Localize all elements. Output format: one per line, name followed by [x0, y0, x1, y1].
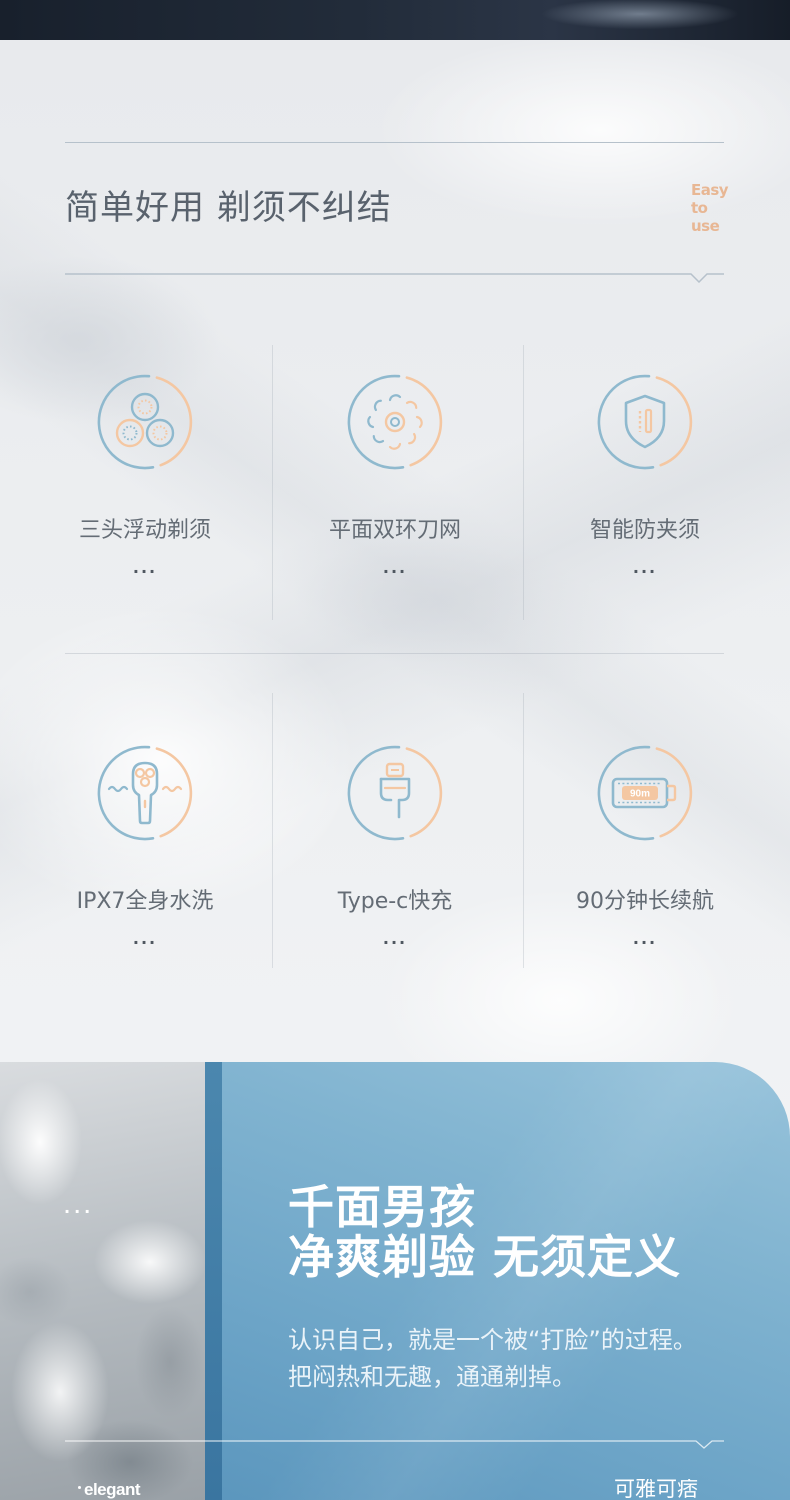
three-heads-icon — [95, 372, 195, 472]
feature-label: 平面双环刀网 — [328, 518, 461, 543]
feature-card: 智能防夹须 ... — [520, 372, 770, 582]
headline-line: 千面男孩 — [288, 1180, 476, 1234]
headline-line: 净爽剃验 无须定义 — [288, 1230, 682, 1284]
body-line: 认识自己，就是一个被“打脸”的过程。 — [288, 1326, 697, 1354]
ice-texture-photo — [0, 1062, 205, 1500]
tag-line: to — [691, 199, 708, 217]
more-dots: ... — [382, 929, 408, 948]
product-photo-strip — [0, 0, 790, 40]
tag-line: Easy — [691, 181, 729, 199]
feature-card: 平面双环刀网 ... — [270, 372, 520, 582]
feature-card: 90m 90分钟长续航 ... — [520, 743, 770, 953]
top-divider — [65, 142, 724, 143]
feature-label: IPX7全身水洗 — [76, 889, 214, 914]
panel-headline: 千面男孩 净爽剃验 无须定义 — [288, 1182, 681, 1282]
more-dots: ... — [132, 929, 158, 948]
notched-divider — [65, 273, 724, 283]
notched-divider — [65, 1440, 724, 1449]
more-dots: ... — [632, 929, 658, 948]
footer-tagline-cn: 可雅可痞 — [614, 1479, 698, 1500]
more-dots: ... — [132, 558, 158, 577]
feature-label: Type-c快充 — [337, 889, 453, 914]
footer-tagline-en: elegant — [84, 1480, 141, 1499]
dual-ring-blade-icon — [345, 372, 445, 472]
row-divider — [65, 653, 724, 654]
section-title: 简单好用 剃须不纠结 — [65, 188, 392, 228]
battery-badge-text: 90m — [630, 789, 650, 800]
decorative-dot — [78, 1486, 81, 1489]
battery-icon: 90m — [595, 743, 695, 843]
feature-card: 三头浮动剃须 ... — [20, 372, 270, 582]
feature-card: Type-c快充 ... — [270, 743, 520, 953]
body-line: 把闷热和无趣，通通剃掉。 — [288, 1363, 576, 1391]
feature-card: IPX7全身水洗 ... — [20, 743, 270, 953]
waterproof-shaver-icon — [95, 743, 195, 843]
feature-label: 智能防夹须 — [589, 518, 700, 543]
panel-body-copy: 认识自己，就是一个被“打脸”的过程。 把闷热和无趣，通通剃掉。 — [288, 1322, 697, 1396]
feature-label: 90分钟长续航 — [576, 889, 714, 914]
panel-accent-stripe — [205, 1062, 222, 1500]
anti-pinch-shield-icon — [595, 372, 695, 472]
more-dots: ... — [382, 558, 408, 577]
photo-dots: ... — [64, 1198, 95, 1217]
feature-label: 三头浮动剃须 — [78, 518, 211, 543]
tag-line: use — [691, 217, 720, 235]
type-c-plug-icon — [345, 743, 445, 843]
more-dots: ... — [632, 558, 658, 577]
easy-to-use-tag: Easy to use — [691, 181, 731, 235]
